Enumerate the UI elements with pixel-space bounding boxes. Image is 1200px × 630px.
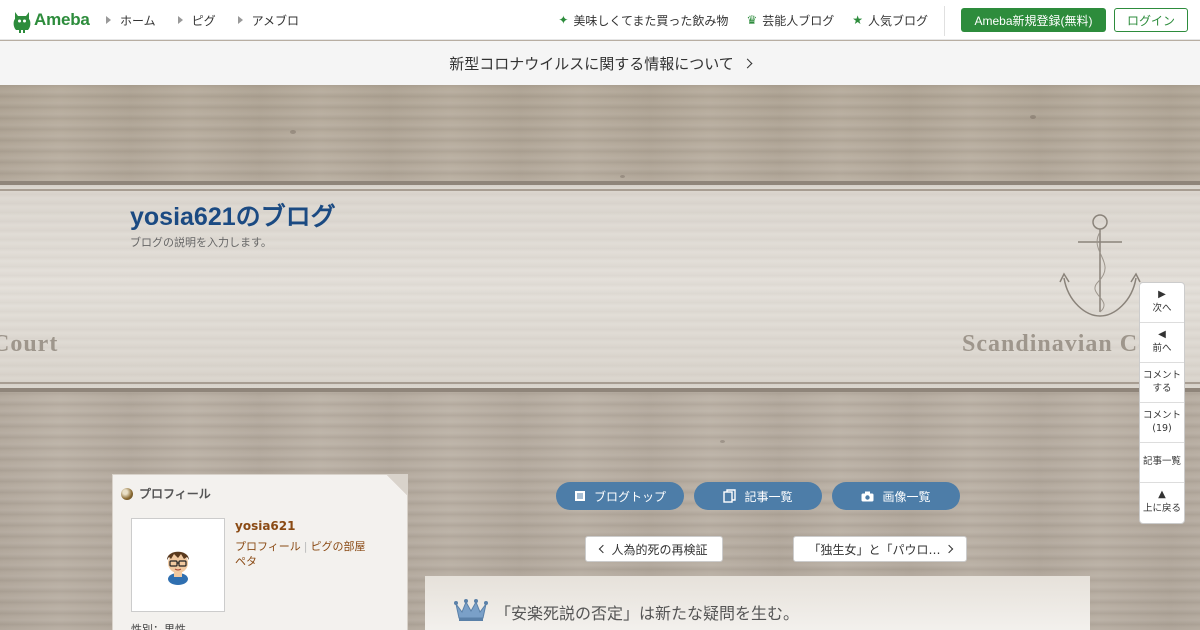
copy-icon — [723, 489, 737, 503]
prev-label: 前へ — [1152, 342, 1172, 354]
profile-widget: プロフィール yosia621 プロフィール | ピグの部屋 ペタ 性別：男性 — [112, 474, 408, 630]
pigg-room-link[interactable]: ピグの部屋 — [311, 540, 366, 553]
nav-pigg-label: ピグ — [191, 13, 216, 28]
wood-knot — [1030, 115, 1036, 119]
profile-link[interactable]: プロフィール — [235, 540, 301, 553]
link-separator: | — [303, 540, 308, 553]
login-button[interactable]: ログイン — [1114, 8, 1188, 32]
logo-text: Ameba — [34, 10, 90, 29]
link-drink-topic-label: 美味しくてまた買った飲み物 — [573, 13, 729, 28]
document-icon — [574, 490, 586, 502]
header-featured-links: ✦ 美味しくてまた買った飲み物 ♛ 芸能人ブログ ★ 人気ブログ — [540, 0, 928, 40]
header-divider — [944, 6, 945, 36]
profile-heading-label: プロフィール — [139, 487, 211, 501]
blog-title[interactable]: yosia621のブログ — [130, 197, 336, 233]
next-article-title: 「独生女」と「パウロ… — [808, 542, 941, 557]
profile-heading: プロフィール — [121, 485, 211, 502]
triangle-up-icon: ▲ — [1158, 489, 1166, 501]
profile-gender: 性別：男性 — [131, 623, 186, 630]
blog-top-label: ブログトップ — [593, 489, 666, 504]
article-list-pill-button[interactable]: 記事一覧 — [694, 482, 822, 510]
back-to-top-label: 上に戻る — [1142, 503, 1181, 515]
global-nav: ホーム ピグ アメブロ — [106, 0, 321, 40]
article-list-pill-label: 記事一覧 — [744, 489, 793, 504]
blog-description: ブログの説明を入力します。 — [130, 236, 272, 249]
article-list-label: 記事一覧 — [1142, 456, 1181, 468]
image-list-label: 画像一覧 — [882, 489, 931, 504]
wood-knot — [620, 175, 625, 178]
triangle-right-icon — [177, 16, 183, 24]
prev-article-link[interactable]: 人為的死の再検証 — [585, 536, 723, 562]
wood-knot — [720, 440, 725, 443]
nav-pigg[interactable]: ピグ — [177, 12, 216, 29]
image-list-button[interactable]: 画像一覧 — [832, 482, 960, 510]
chevron-right-icon — [742, 58, 753, 68]
crown-icon — [454, 599, 488, 621]
register-button[interactable]: Ameba新規登録(無料) — [961, 8, 1106, 32]
button-bullet-icon — [121, 487, 133, 500]
link-celebrity-blog-label: 芸能人ブログ — [762, 13, 835, 28]
chevron-right-icon — [944, 544, 953, 554]
article-title[interactable]: 「安楽死説の否定」は新たな疑問を生む。 — [495, 600, 799, 624]
next-article-link[interactable]: 「独生女」と「パウロ… — [793, 536, 967, 562]
next-article-button[interactable]: ▶ 次へ — [1140, 283, 1184, 323]
star-icon: ★ — [852, 13, 863, 27]
write-comment-label-2: する — [1152, 382, 1172, 394]
anchor-icon — [1059, 214, 1141, 317]
triangle-right-icon — [106, 16, 111, 24]
nav-ameblo[interactable]: アメブロ — [237, 12, 300, 29]
global-header: Ameba ホーム ピグ アメブロ ✦ 美味しくてまた買った飲み物 ♛ 芸能人ブログ… — [0, 0, 1200, 40]
write-comment-button[interactable]: コメント する — [1140, 363, 1184, 403]
link-popular-blog-label: 人気ブログ — [867, 13, 928, 28]
article-card: 「安楽死説の否定」は新たな疑問を生む。 — [425, 576, 1090, 630]
comments-label-1: コメント — [1142, 410, 1181, 422]
covid-notice-link[interactable]: 新型コロナウイルスに関する情報について — [0, 41, 1200, 85]
nav-home[interactable]: ホーム — [106, 12, 156, 29]
prev-article-button[interactable]: ◀ 前へ — [1140, 323, 1184, 363]
header-deco-text-left: Court — [0, 331, 59, 357]
camera-icon — [861, 491, 874, 502]
avatar[interactable] — [131, 518, 225, 612]
floating-side-nav: ▶ 次へ ◀ 前へ コメント する コメント (19) 記事一覧 ▲ 上に戻る — [1139, 282, 1185, 524]
back-to-top-button[interactable]: ▲ 上に戻る — [1140, 483, 1184, 523]
page-curl-corner — [387, 475, 407, 495]
write-comment-label-1: コメント — [1142, 370, 1181, 382]
prev-article-title: 人為的死の再検証 — [611, 542, 708, 557]
play-left-icon: ◀ — [1158, 328, 1166, 340]
comments-button[interactable]: コメント (19) — [1140, 403, 1184, 443]
comments-count: (19) — [1152, 422, 1172, 434]
peta-link[interactable]: ペタ — [235, 555, 257, 568]
link-drink-topic[interactable]: ✦ 美味しくてまた買った飲み物 — [558, 12, 728, 29]
chevron-left-icon — [599, 544, 608, 554]
article-list-button[interactable]: 記事一覧 — [1140, 443, 1184, 483]
link-celebrity-blog[interactable]: ♛ 芸能人ブログ — [746, 12, 834, 29]
profile-links: プロフィール | ピグの部屋 ペタ — [235, 539, 366, 569]
profile-username[interactable]: yosia621 — [235, 519, 295, 533]
next-label: 次へ — [1152, 302, 1172, 314]
ameba-logo[interactable]: Ameba — [12, 8, 90, 33]
crown-icon: ♛ — [746, 13, 758, 27]
nav-home-label: ホーム — [120, 13, 156, 28]
pigg-avatar-icon — [167, 551, 189, 585]
sparkle-icon: ✦ — [558, 13, 569, 27]
blog-top-button[interactable]: ブログトップ — [556, 482, 684, 510]
wood-knot — [290, 130, 296, 134]
nav-ameblo-label: アメブロ — [251, 13, 300, 28]
triangle-right-icon — [237, 16, 243, 24]
ameba-logo-icon — [12, 9, 32, 33]
play-right-icon: ▶ — [1158, 288, 1166, 300]
link-popular-blog[interactable]: ★ 人気ブログ — [852, 12, 928, 29]
covid-notice-text: 新型コロナウイルスに関する情報について — [449, 54, 734, 73]
